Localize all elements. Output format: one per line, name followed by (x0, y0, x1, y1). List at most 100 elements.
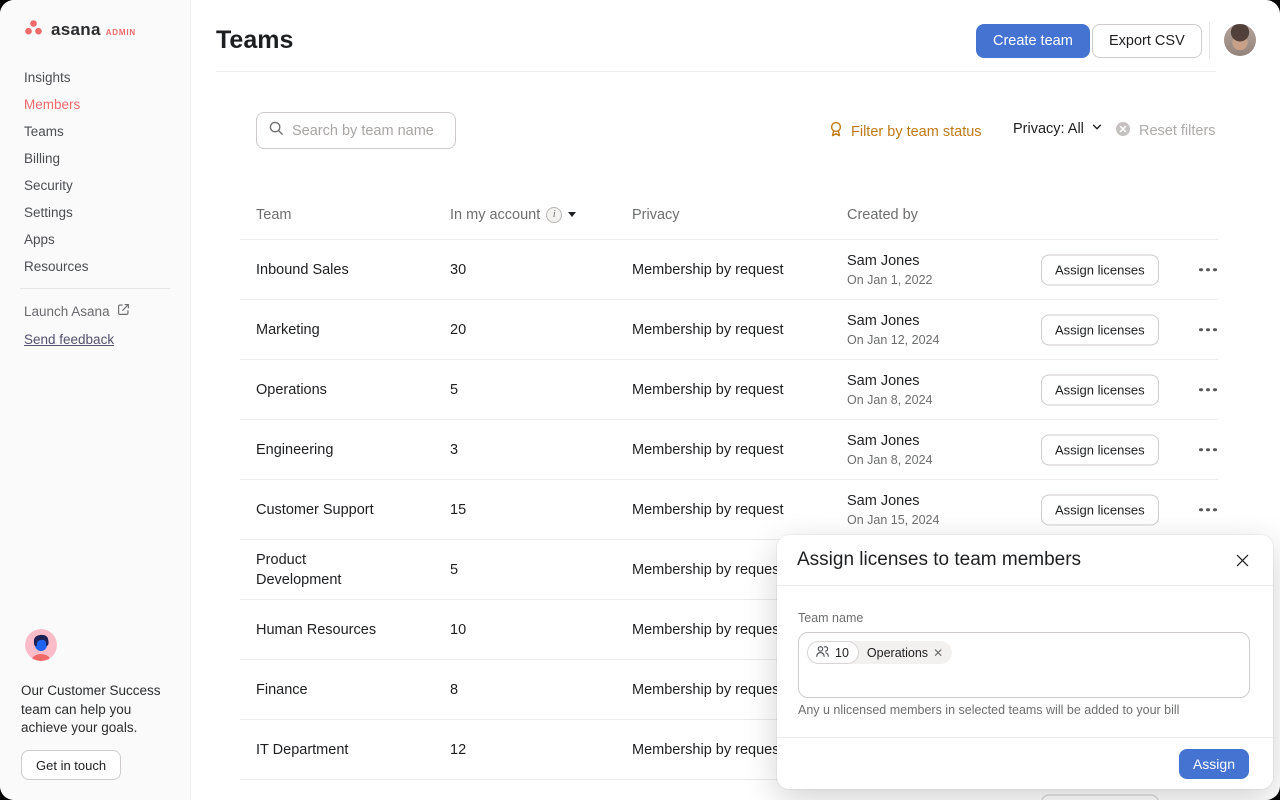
creator-name: Sam Jones (847, 253, 932, 269)
reset-filters-button[interactable]: Reset filters (1115, 121, 1216, 141)
creation-date: On Jan 8, 2024 (847, 453, 932, 467)
table-row: Operations 5 Membership by request Sam J… (240, 360, 1218, 420)
privacy-cell: Membership by request (632, 622, 784, 638)
reset-filters-label: Reset filters (1139, 123, 1216, 139)
modal-footer: Assign (777, 737, 1273, 789)
member-count-cell: 8 (450, 682, 458, 698)
launch-asana-label: Launch Asana (24, 304, 110, 319)
column-header-team: Team (256, 207, 291, 223)
assign-licenses-button[interactable]: Assign licenses (1041, 794, 1159, 800)
privacy-filter-dropdown[interactable]: Privacy: All (1013, 121, 1103, 137)
assign-licenses-button[interactable]: Assign licenses (1041, 314, 1159, 345)
chevron-down-icon (1091, 121, 1103, 137)
created-by-cell: Sam Jones On Jan 1, 2022 (847, 253, 932, 287)
send-feedback-label: Send feedback (24, 332, 114, 347)
sort-caret-icon (568, 212, 576, 217)
team-name-cell[interactable]: Human Resources (256, 620, 386, 640)
filter-by-team-status-button[interactable]: Filter by team status (828, 121, 982, 142)
get-in-touch-button[interactable]: Get in touch (21, 750, 121, 780)
table-row: Engineering 3 Membership by request Sam … (240, 420, 1218, 480)
sidebar-item-members[interactable]: Members (0, 91, 190, 118)
team-search[interactable] (256, 112, 456, 149)
creation-date: On Jan 1, 2022 (847, 273, 932, 287)
team-name-cell[interactable]: Marketing (256, 320, 386, 340)
close-icon[interactable] (1231, 549, 1253, 571)
user-avatar[interactable] (1224, 24, 1256, 56)
column-header-created-by: Created by (847, 207, 918, 223)
row-menu-button[interactable] (1199, 448, 1217, 452)
sidebar-item-teams[interactable]: Teams (0, 118, 190, 145)
creator-name: Sam Jones (847, 493, 939, 509)
team-name-cell[interactable]: Operations (256, 380, 386, 400)
assign-licenses-button[interactable]: Assign licenses (1041, 434, 1159, 465)
asana-logo-icon (23, 20, 44, 40)
external-link-icon (117, 303, 130, 319)
asana-logo[interactable]: asana ADMIN (23, 20, 136, 40)
assign-licenses-button[interactable]: Assign licenses (1041, 254, 1159, 285)
create-team-button[interactable]: Create team (976, 24, 1090, 58)
people-icon (815, 645, 830, 661)
chip-count-value: 10 (835, 646, 849, 660)
column-header-in-my-account-label: In my account (450, 207, 540, 223)
team-name-cell[interactable]: Engineering (256, 440, 386, 460)
info-icon[interactable]: i (546, 207, 562, 223)
creation-date: On Jan 12, 2024 (847, 333, 939, 347)
table-header-row: Team In my account i Privacy Created by (240, 190, 1218, 240)
admin-badge: ADMIN (106, 28, 136, 37)
brand-name: asana (51, 20, 101, 40)
award-icon (828, 121, 844, 142)
team-name-input[interactable]: 10 Operations ✕ (798, 632, 1250, 698)
row-menu-button[interactable] (1199, 508, 1217, 512)
send-feedback-link[interactable]: Send feedback (24, 332, 130, 347)
row-menu-button[interactable] (1199, 268, 1217, 272)
member-count-cell: 10 (450, 622, 466, 638)
team-chip: 10 Operations ✕ (807, 641, 952, 664)
sidebar-item-settings[interactable]: Settings (0, 199, 190, 226)
sidebar-item-billing[interactable]: Billing (0, 145, 190, 172)
member-count-cell: 30 (450, 262, 466, 278)
privacy-cell: Membership by request (632, 322, 784, 338)
search-input[interactable] (292, 123, 442, 139)
created-by-cell: Sam Jones On Jan 12, 2024 (847, 313, 939, 347)
table-row: Inbound Sales 30 Membership by request S… (240, 240, 1218, 300)
privacy-cell: Membership by request (632, 442, 784, 458)
admin-console: asana ADMIN InsightsMembersTeamsBillingS… (0, 0, 1280, 800)
modal-header: Assign licenses to team members (777, 535, 1273, 586)
page-title: Teams (216, 26, 293, 55)
row-menu-button[interactable] (1199, 388, 1217, 392)
team-name-cell[interactable]: Product Development (256, 550, 386, 590)
sidebar-item-security[interactable]: Security (0, 172, 190, 199)
row-menu-button[interactable] (1199, 328, 1217, 332)
chip-team-name: Operations (867, 646, 928, 660)
export-csv-button[interactable]: Export CSV (1092, 24, 1202, 58)
team-name-cell[interactable]: IT Department (256, 740, 386, 760)
member-count-cell: 3 (450, 442, 458, 458)
sidebar-item-insights[interactable]: Insights (0, 64, 190, 91)
sidebar-item-apps[interactable]: Apps (0, 226, 190, 253)
chip-remove-icon[interactable]: ✕ (933, 647, 943, 659)
member-count-cell: 5 (450, 562, 458, 578)
assign-licenses-button[interactable]: Assign licenses (1041, 494, 1159, 525)
team-name-cell[interactable]: Customer Support (256, 500, 386, 520)
privacy-cell: Membership by request (632, 682, 784, 698)
column-header-in-my-account[interactable]: In my account i (450, 207, 576, 223)
assign-licenses-modal: Assign licenses to team members Team nam… (777, 535, 1273, 789)
team-name-cell[interactable]: Finance (256, 680, 386, 700)
member-count-cell: 5 (450, 382, 458, 398)
team-name-cell[interactable]: Inbound Sales (256, 260, 386, 280)
launch-asana-link[interactable]: Launch Asana (24, 303, 130, 319)
member-count-cell: 15 (450, 502, 466, 518)
created-by-cell: Sam Jones On Jan 15, 2024 (847, 493, 939, 527)
assign-licenses-button[interactable]: Assign licenses (1041, 374, 1159, 405)
team-chip-count: 10 (807, 641, 859, 664)
sidebar-item-resources[interactable]: Resources (0, 253, 190, 280)
creator-name: Sam Jones (847, 433, 932, 449)
privacy-cell: Membership by request (632, 742, 784, 758)
creator-name: Sam Jones (847, 373, 932, 389)
billing-helper-text: Any u nlicensed members in selected team… (798, 703, 1249, 717)
team-name-field-label: Team name (798, 611, 1249, 625)
table-row: Customer Support 15 Membership by reques… (240, 480, 1218, 540)
modal-title: Assign licenses to team members (797, 549, 1081, 571)
assign-button[interactable]: Assign (1179, 749, 1249, 779)
member-count-cell: 20 (450, 322, 466, 338)
